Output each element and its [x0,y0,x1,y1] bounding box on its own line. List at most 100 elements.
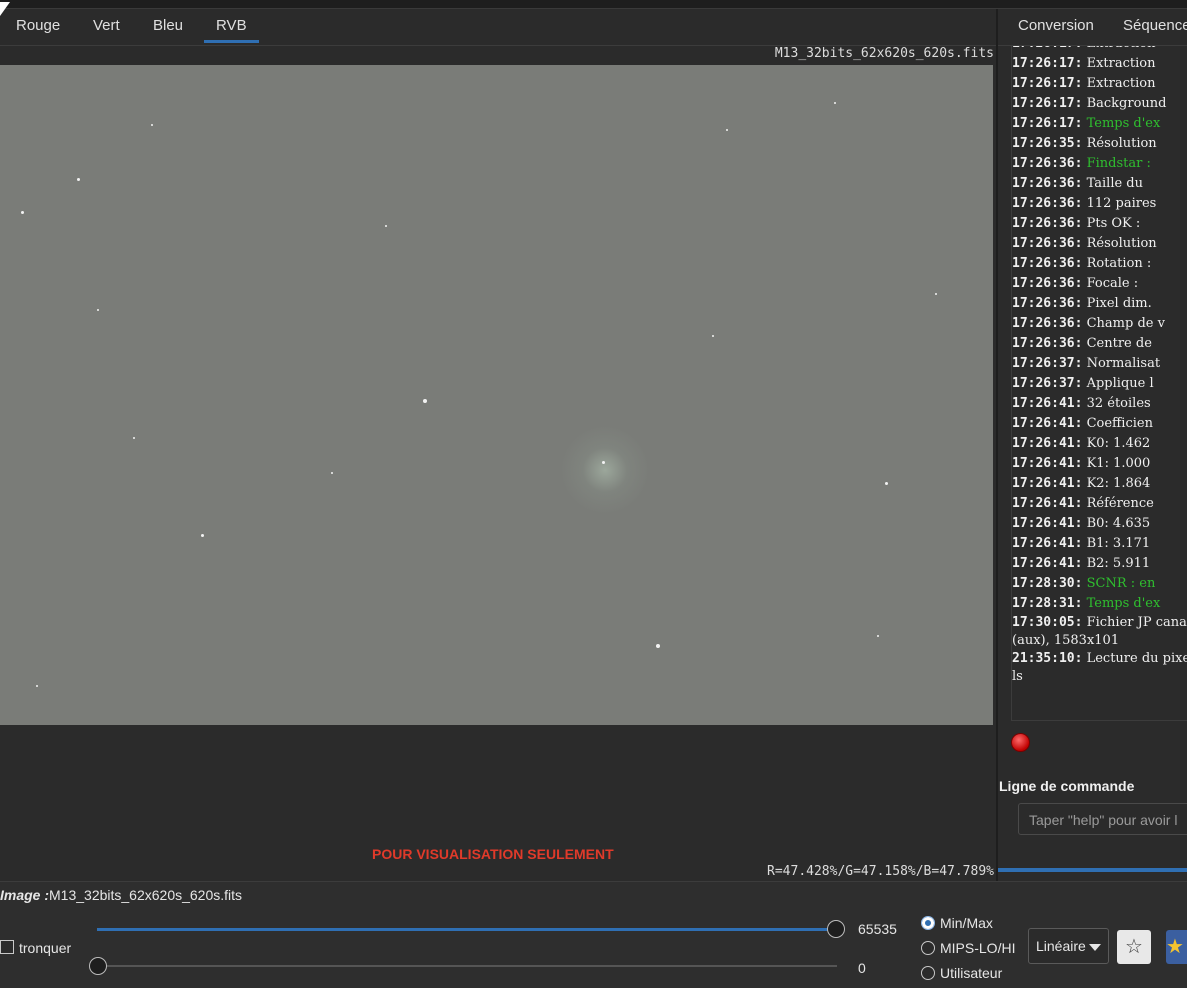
log-time: 17:26:17: [1012,56,1083,71]
star [151,124,153,126]
log-line: 17:28:30: SCNR : en [1012,574,1187,594]
log-message: Temps d'ex [1086,116,1161,131]
log-line: 17:26:36: Pixel dim. [1012,294,1187,314]
progress-bar [998,868,1187,872]
log-message: Focale : [1086,276,1139,291]
radio-mips[interactable] [921,941,935,955]
tab-conversion[interactable]: Conversion [1018,9,1094,43]
stretch-value: Linéaire [1036,938,1086,954]
star [712,335,714,337]
console-log[interactable]: 17:26:17: Extraction 17:26:17: Extractio… [1011,46,1187,721]
tab-sequence[interactable]: Séquence [1123,9,1187,43]
max-value: 65535 [858,921,897,937]
star [97,309,99,311]
log-time: 17:26:36: [1012,316,1083,331]
max-slider-track[interactable] [97,928,837,931]
image-info: Image :M13_32bits_62x620s_620s.fits [0,887,242,903]
clip-label: tronquer [19,940,72,956]
log-message: B2: 5.911 [1086,556,1151,571]
log-line: 17:26:36: Champ de v [1012,314,1187,334]
log-message: Background [1086,96,1167,111]
log-time: 17:26:37: [1012,356,1083,371]
log-line: 17:26:41: K0: 1.462 [1012,434,1187,454]
watermark-text: POUR VISUALISATION SEULEMENT [372,846,614,862]
max-slider-handle[interactable] [827,920,845,938]
log-line: 17:26:41: 32 étoiles [1012,394,1187,414]
star [201,534,204,537]
log-message: K1: 1.000 [1086,456,1151,471]
star [331,472,333,474]
image-viewer[interactable] [0,65,993,725]
log-time: 17:26:41: [1012,496,1083,511]
log-line: 17:26:41: Coefficien [1012,414,1187,434]
tab-vert[interactable]: Vert [93,9,120,43]
radio-minmax-label: Min/Max [940,915,993,931]
log-message: Pts OK : [1086,216,1141,231]
log-time: 17:26:36: [1012,336,1083,351]
log-line: 17:26:17: Extraction [1012,54,1187,74]
log-message: Extraction [1087,46,1156,51]
log-line: 17:26:35: Résolution [1012,134,1187,154]
log-message: Résolution [1086,236,1157,251]
log-line: 17:26:36: Focale : [1012,274,1187,294]
log-line: 17:26:17: Extraction [1012,74,1187,94]
auto-stretch-button[interactable]: ☆ [1117,930,1151,964]
log-time: 17:30:05: [1012,615,1083,630]
log-message: K0: 1.462 [1086,436,1151,451]
log-time: 17:26:35: [1012,136,1083,151]
star [877,635,879,637]
log-time: 17:26:41: [1012,396,1083,411]
tab-bleu[interactable]: Bleu [153,9,183,43]
radio-user-label: Utilisateur [940,965,1003,981]
mouse-cursor-icon [0,2,10,16]
log-time: 17:26:41: [1012,436,1083,451]
log-time: 17:26:17: [1012,46,1082,51]
command-line-label: Ligne de commande [999,778,1135,794]
star [935,293,937,295]
log-time: 17:26:41: [1012,416,1083,431]
star [602,461,605,464]
log-message: K2: 1.864 [1086,476,1151,491]
star [133,437,135,439]
radio-user[interactable] [921,966,935,980]
image-info-label: Image : [0,887,50,903]
log-message: Pixel dim. [1086,296,1152,311]
log-message: Rotation : [1086,256,1152,271]
log-line: 17:26:17: Temps d'ex [1012,114,1187,134]
stretch-dropdown[interactable]: Linéaire [1028,928,1109,964]
star [885,482,888,485]
log-time: 17:26:41: [1012,476,1083,491]
log-message: B1: 3.171 [1086,536,1151,551]
log-time: 17:26:41: [1012,456,1083,471]
panel-splitter[interactable] [996,9,998,881]
log-line: 17:26:41: B2: 5.911 [1012,554,1187,574]
log-line: 17:26:36: Findstar : [1012,154,1187,174]
log-line: 17:26:17: Extraction [1012,46,1187,54]
star [423,399,427,403]
log-line: 17:26:17: Background [1012,94,1187,114]
log-line: 17:26:36: Rotation : [1012,254,1187,274]
star-icon: ☆ [1125,936,1143,958]
star [385,225,387,227]
title-strip [0,0,1187,9]
log-time: 17:26:41: [1012,556,1083,571]
tab-rvb[interactable]: RVB [204,9,258,43]
log-line: 17:26:36: Résolution [1012,234,1187,254]
log-line: 17:26:37: Applique l [1012,374,1187,394]
command-input[interactable]: Taper "help" pour avoir l [1018,803,1187,835]
image-info-name: M13_32bits_62x620s_620s.fits [49,887,243,903]
log-message: Findstar : [1086,156,1151,171]
log-message: Normalisat [1086,356,1161,371]
radio-minmax[interactable] [921,916,935,930]
min-slider-handle[interactable] [89,957,107,975]
log-time: 17:28:31: [1012,596,1083,611]
min-slider-track[interactable] [97,965,837,967]
radio-mips-label: MIPS-LO/HI [940,940,1016,956]
clip-checkbox[interactable] [0,940,14,954]
log-line: 17:30:05: Fichier JP canal(aux), 1583x10… [1012,614,1187,650]
star [834,102,836,104]
color-settings-button[interactable]: ★ [1166,930,1187,964]
tab-rouge[interactable]: Rouge [16,9,60,43]
record-indicator-icon [1011,733,1030,752]
log-time: 17:26:36: [1012,276,1083,291]
